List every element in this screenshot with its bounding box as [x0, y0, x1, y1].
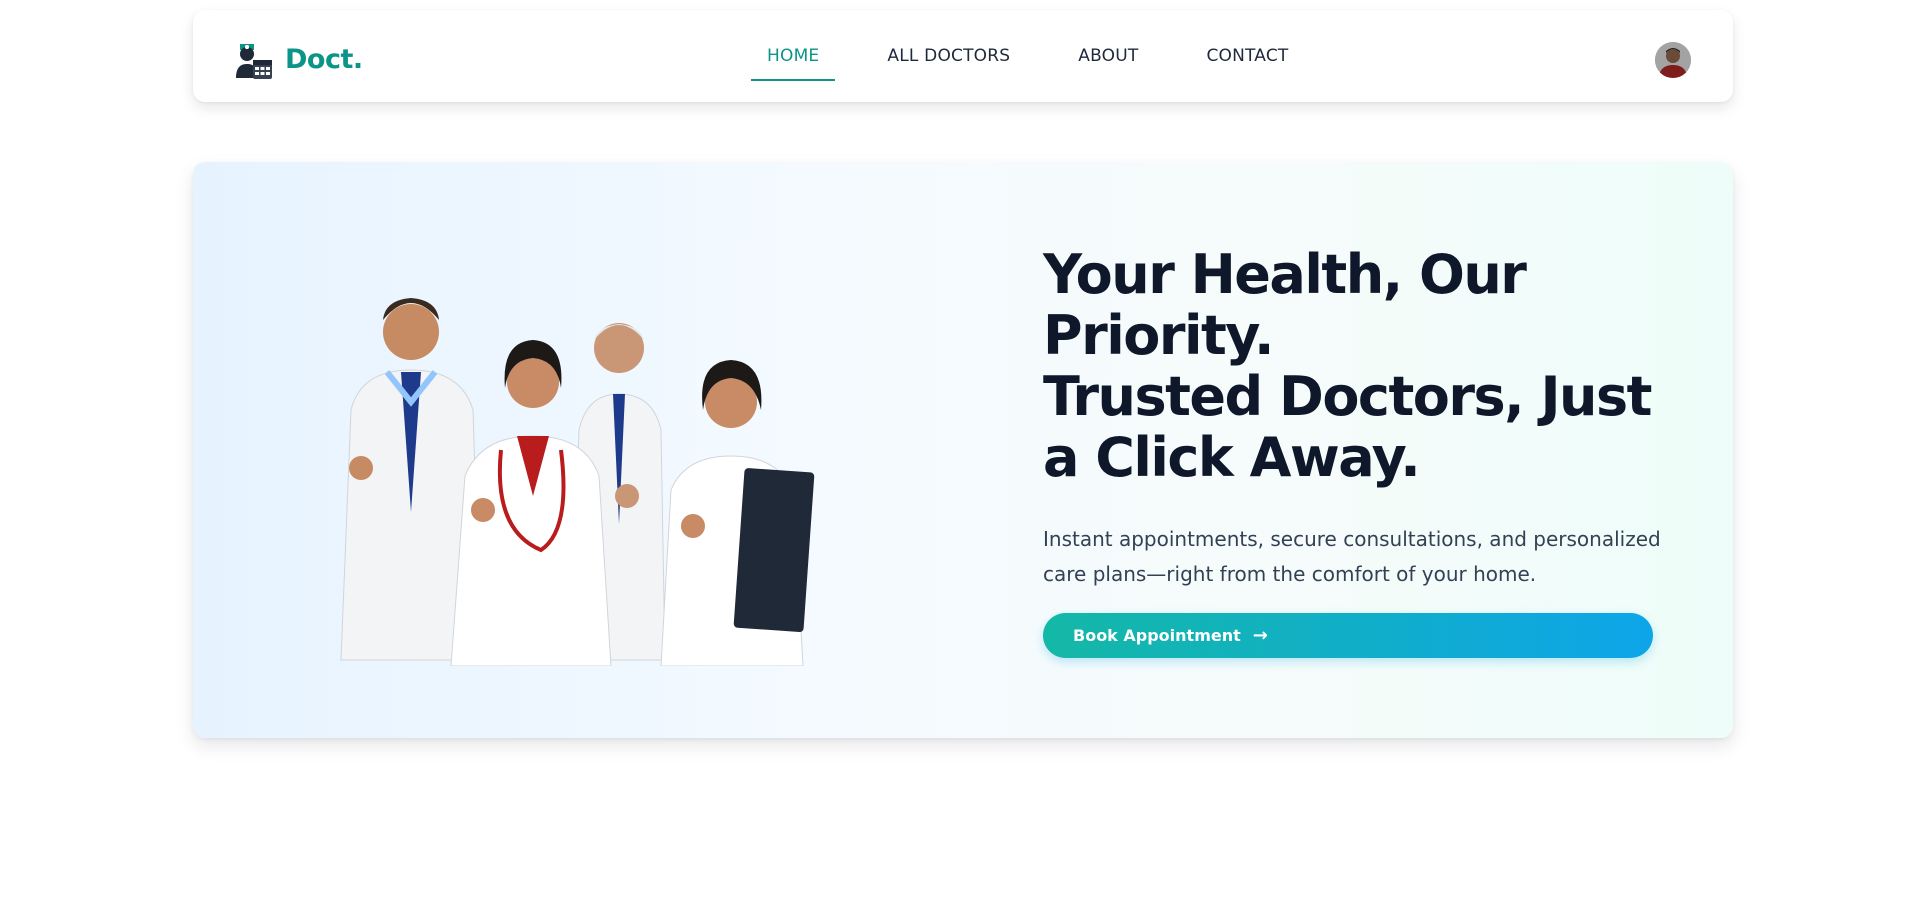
doctors-group-illustration [301, 290, 841, 667]
hero-title-line-3: Trusted Doctors, Just [1043, 365, 1652, 428]
brand-logo[interactable]: Doct. [235, 38, 363, 80]
arrow-right-icon: → [1252, 625, 1268, 646]
book-appointment-label: Book Appointment [1073, 626, 1241, 645]
nav-home[interactable]: HOME [751, 46, 836, 81]
doctor-calendar-icon [235, 38, 273, 80]
hero-title-line-1: Your Health, Our [1043, 243, 1527, 306]
hero-title-line-4: a Click Away. [1043, 426, 1421, 489]
hero-title: Your Health, Our Priority. Trusted Docto… [1043, 244, 1683, 488]
nav-contact[interactable]: CONTACT [1190, 46, 1304, 66]
hero-description: Instant appointments, secure consultatio… [1043, 527, 1661, 586]
top-navbar: Doct. HOME ALL DOCTORS ABOUT CONTACT [193, 10, 1733, 102]
nav-about[interactable]: ABOUT [1062, 46, 1154, 66]
nav-all-doctors[interactable]: ALL DOCTORS [871, 46, 1026, 66]
hero-copy: Your Health, Our Priority. Trusted Docto… [1043, 244, 1683, 592]
avatar-icon [1655, 42, 1691, 78]
hero-banner: Your Health, Our Priority. Trusted Docto… [193, 162, 1733, 738]
user-avatar[interactable] [1655, 42, 1691, 78]
hero-title-line-2: Priority. [1043, 304, 1275, 367]
brand-name: Doct. [285, 43, 363, 75]
main-nav: HOME ALL DOCTORS ABOUT CONTACT [733, 10, 1323, 102]
book-appointment-button[interactable]: Book Appointment → [1043, 613, 1653, 658]
